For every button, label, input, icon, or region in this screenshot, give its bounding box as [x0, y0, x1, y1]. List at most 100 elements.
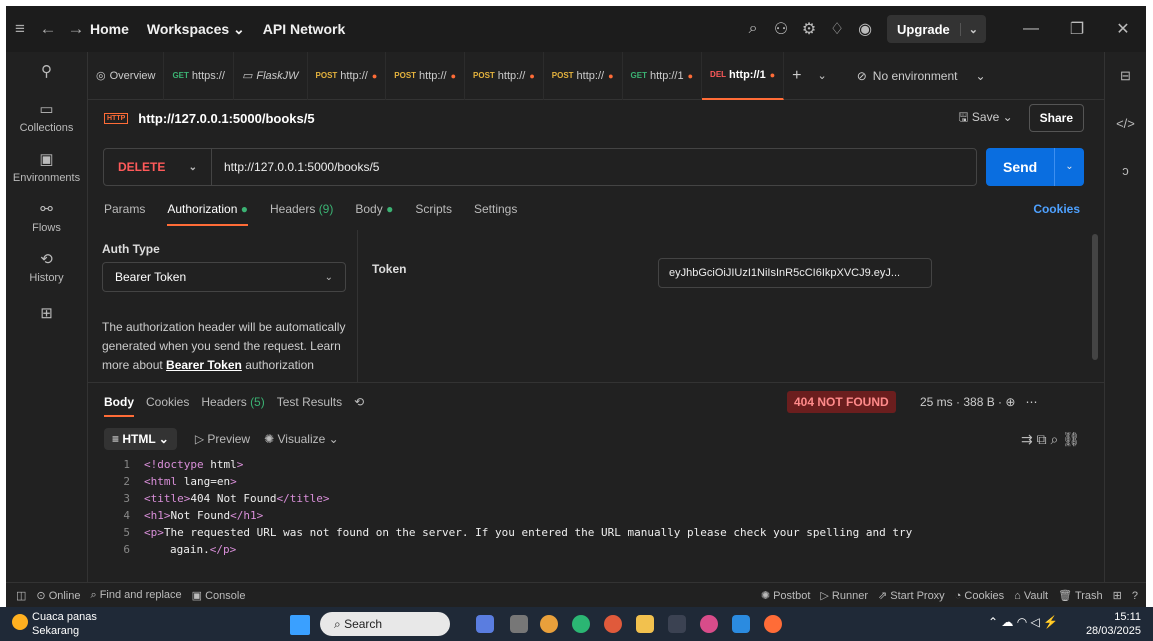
find-replace-button[interactable]: ⌕ Find and replace: [90, 589, 181, 602]
vault-button[interactable]: ⌂ Vault: [1014, 590, 1048, 602]
related-icon[interactable]: ↄ: [1105, 163, 1146, 178]
taskbar-search[interactable]: ⌕ Search: [320, 612, 450, 636]
add-workspace-icon[interactable]: ⊞: [6, 304, 87, 322]
runner-button[interactable]: ▷ Runner: [820, 589, 868, 602]
invite-icon[interactable]: ⚇: [767, 19, 795, 39]
chrome-icon[interactable]: [540, 615, 558, 633]
home-link[interactable]: Home: [90, 21, 129, 37]
postman-icon[interactable]: [764, 615, 782, 633]
sidebar-item-environments[interactable]: ▣ Environments: [6, 150, 87, 184]
line-number: 6: [123, 543, 130, 556]
chrome-icon[interactable]: [700, 615, 718, 633]
settings-icon[interactable]: ⚙: [795, 19, 823, 39]
minimize-icon[interactable]: —: [1008, 20, 1054, 38]
share-button[interactable]: Share: [1028, 104, 1084, 132]
user-icon[interactable]: ⚲: [6, 62, 87, 80]
environment-select[interactable]: ⊘ No environment ⌄: [857, 69, 986, 83]
tab-request[interactable]: POST http://●: [308, 51, 387, 100]
status-badge[interactable]: 404 NOT FOUND: [787, 391, 896, 413]
tab-response-body[interactable]: Body: [104, 395, 134, 417]
workspaces-menu[interactable]: Workspaces ⌄: [147, 21, 245, 38]
postbot-button[interactable]: ✺ Postbot: [761, 589, 811, 602]
restore-icon[interactable]: ❐: [1054, 19, 1100, 39]
tab-scripts[interactable]: Scripts: [415, 202, 452, 224]
tab-authorization[interactable]: Authorization ●: [167, 202, 248, 226]
clock[interactable]: 15:11 28/03/2025: [1086, 610, 1141, 638]
no-environment-icon: ⊘: [856, 68, 867, 83]
sidebar-item-history[interactable]: ⟲ History: [6, 250, 87, 284]
online-status[interactable]: ⊙ Online: [36, 589, 80, 602]
tab-response-cookies[interactable]: Cookies: [146, 395, 189, 409]
save-button[interactable]: 🖫 Save ⌄: [958, 108, 1012, 129]
start-proxy-button[interactable]: ⇗ Start Proxy: [878, 589, 945, 602]
preview-button[interactable]: ▷ Preview: [195, 432, 250, 446]
tab-request[interactable]: POST http://●: [465, 51, 544, 100]
search-icon[interactable]: ⌕: [1050, 431, 1058, 447]
layout-icon[interactable]: ◫: [16, 589, 26, 602]
chevron-down-icon[interactable]: ⌄: [1054, 148, 1084, 186]
response-code[interactable]: 1 <!doctype html> 2 <html lang=en> 3 <title>4…: [104, 456, 1064, 568]
trash-button[interactable]: 🗑 Trash: [1058, 589, 1103, 602]
token-input[interactable]: eyJhbGciOiJIUzI1NiIsInR5cCI6IkpXVCJ9.eyJ…: [658, 258, 932, 288]
close-icon[interactable]: ✕: [1100, 19, 1146, 39]
sidebar-item-flows[interactable]: ⚯ Flows: [6, 200, 87, 234]
api-icon[interactable]: ⊟: [1105, 68, 1146, 84]
vscode-icon[interactable]: [732, 615, 750, 633]
forward-icon[interactable]: →: [62, 19, 90, 39]
globe-icon[interactable]: ⊕: [1005, 395, 1015, 409]
whatsapp-icon[interactable]: [572, 615, 590, 633]
start-icon[interactable]: [290, 615, 310, 635]
menu-icon[interactable]: ≡: [6, 19, 34, 39]
tab-request[interactable]: GET https://: [164, 51, 234, 100]
tab-response-headers[interactable]: Headers (5): [201, 395, 264, 409]
url-input[interactable]: http://127.0.0.1:5000/books/5: [212, 160, 379, 174]
help-icon[interactable]: ?: [1132, 590, 1138, 602]
cookies-link[interactable]: Cookies: [1033, 202, 1080, 216]
auth-type-select[interactable]: Bearer Token ⌄: [102, 262, 346, 292]
weather-widget[interactable]: Cuaca panas Sekarang: [12, 610, 97, 638]
send-button[interactable]: Send ⌄: [986, 148, 1084, 186]
copy-icon[interactable]: ⧉: [1037, 431, 1047, 447]
code-icon[interactable]: </>: [1105, 116, 1146, 131]
chevron-down-icon[interactable]: ⌄: [959, 22, 986, 36]
tab-body[interactable]: Body ●: [355, 202, 393, 224]
grid-icon[interactable]: ⊞: [1113, 589, 1122, 602]
request-title[interactable]: http://127.0.0.1:5000/books/5: [138, 111, 314, 126]
sidebar-item-collections[interactable]: ▭ Collections: [6, 100, 87, 134]
app-icon[interactable]: [510, 615, 528, 633]
tab-request-active[interactable]: DEL http://1 ●: [702, 51, 785, 100]
tab-flask-collection[interactable]: ▭ FlaskJW: [234, 51, 308, 100]
app-icon[interactable]: [476, 615, 494, 633]
tab-overview[interactable]: ◎ Overview: [88, 51, 165, 100]
more-icon[interactable]: ⋯: [1025, 395, 1037, 409]
console-button[interactable]: ▣ Console: [192, 589, 246, 602]
format-select[interactable]: ≡ HTML ⌄: [104, 428, 177, 450]
chrome-icon[interactable]: [604, 615, 622, 633]
tray-icons[interactable]: ⌃ ☁ ◠ ◁ ⚡: [988, 615, 1058, 629]
history-icon[interactable]: ⟲: [354, 395, 364, 409]
link-icon[interactable]: ⛓: [1062, 431, 1080, 447]
tab-params[interactable]: Params: [104, 202, 145, 224]
tab-headers[interactable]: Headers (9): [270, 202, 333, 224]
back-icon[interactable]: ←: [34, 19, 62, 39]
file-explorer-icon[interactable]: [636, 615, 654, 633]
tab-settings[interactable]: Settings: [474, 202, 517, 224]
tab-test-results[interactable]: Test Results: [277, 395, 342, 409]
wrap-icon[interactable]: ⇉: [1021, 431, 1033, 447]
avatar-icon[interactable]: ◉: [851, 19, 879, 39]
visualize-button[interactable]: ✺ Visualize ⌄: [264, 432, 339, 446]
upgrade-button[interactable]: Upgrade ⌄: [887, 15, 986, 43]
scrollbar[interactable]: [1092, 234, 1098, 360]
terminal-icon[interactable]: [668, 615, 686, 633]
tab-request[interactable]: POST http://●: [544, 51, 623, 100]
new-tab-icon[interactable]: +: [784, 52, 809, 100]
bearer-token-link[interactable]: Bearer Token: [166, 358, 242, 372]
chevron-down-icon[interactable]: ⌄: [810, 52, 835, 100]
tab-request[interactable]: POST http://●: [386, 51, 466, 100]
cookies-button[interactable]: ◔ Cookies: [955, 590, 1004, 602]
api-network-link[interactable]: API Network: [263, 21, 345, 37]
search-icon[interactable]: ⌕: [739, 20, 767, 38]
bell-icon[interactable]: ♢: [823, 19, 851, 39]
method-select[interactable]: DELETE ⌄: [104, 149, 212, 185]
tab-request[interactable]: GET http://1 ●: [623, 51, 703, 100]
